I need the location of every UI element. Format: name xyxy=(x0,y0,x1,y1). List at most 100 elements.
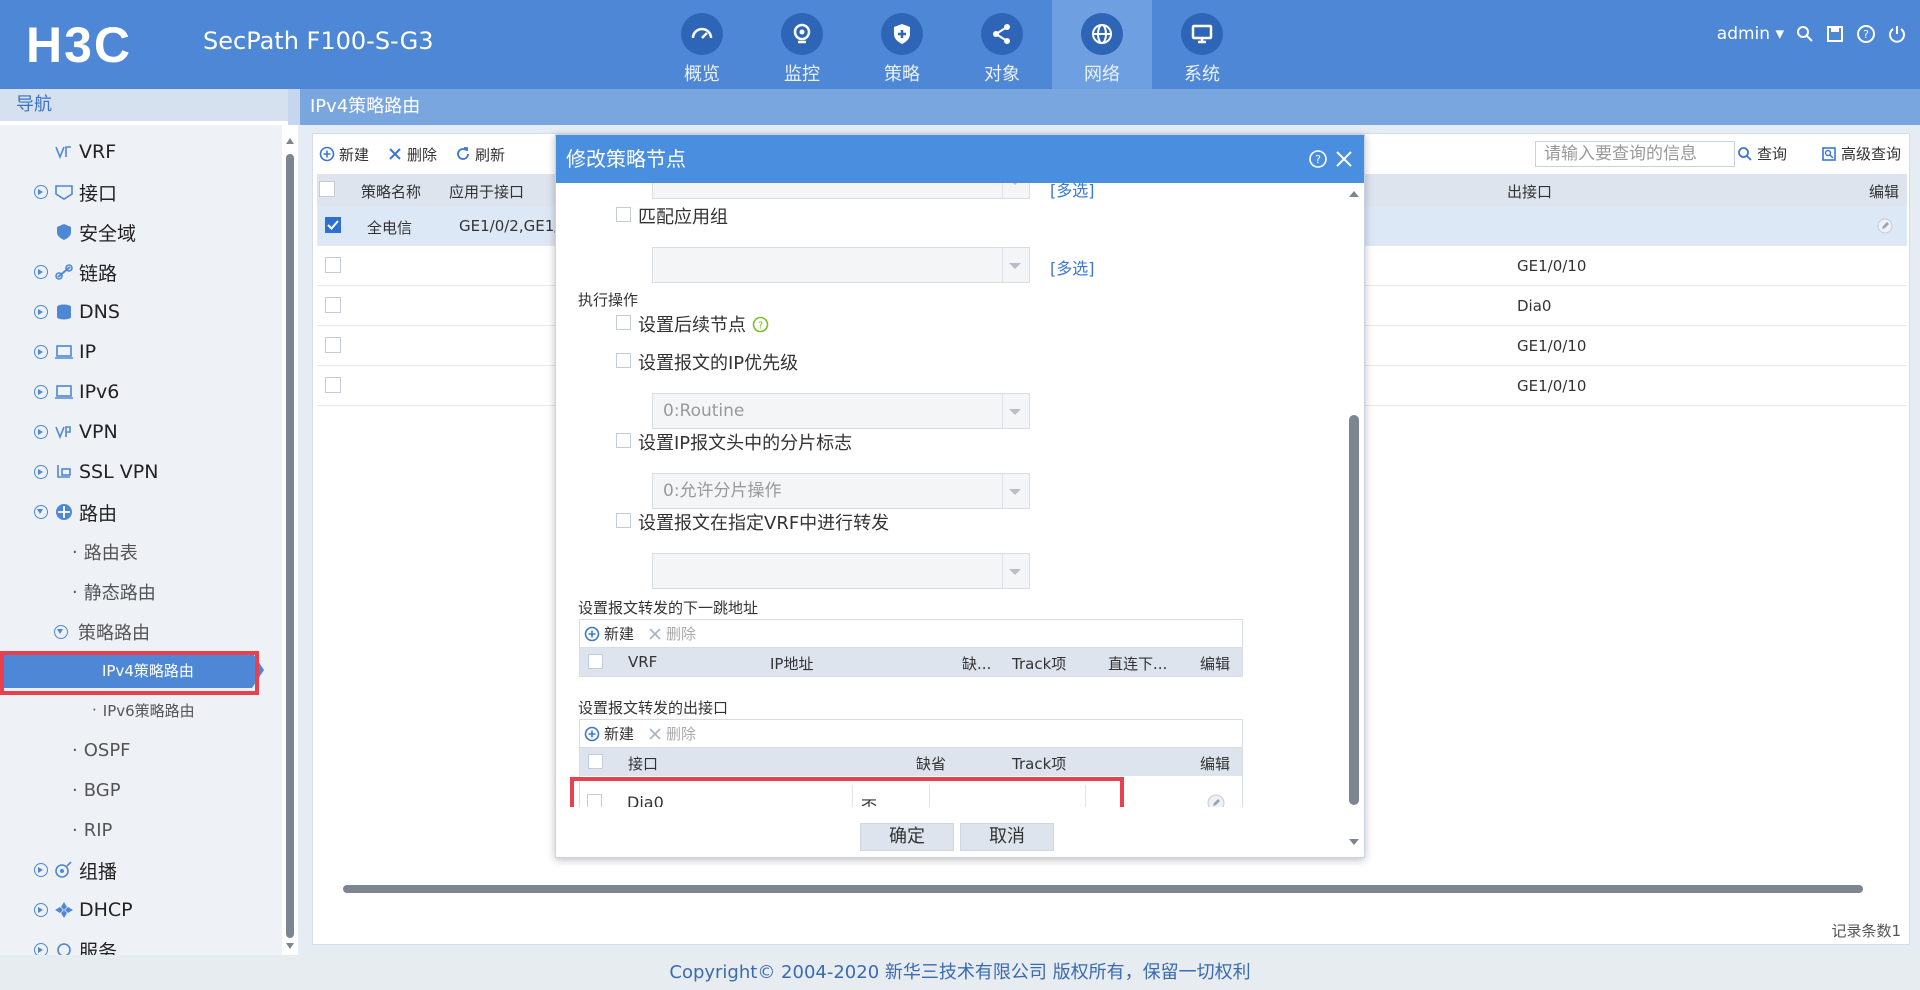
expand-icon[interactable] xyxy=(34,345,48,359)
scroll-thumb[interactable] xyxy=(343,885,1863,893)
nav-overview[interactable]: 概览 xyxy=(652,0,752,89)
next-node-text: 设置后续节点 xyxy=(638,315,746,336)
horizontal-scrollbar[interactable] xyxy=(323,882,1899,896)
ip-precedence-select[interactable]: 0:Routine xyxy=(652,393,1030,429)
tree-policy-route[interactable]: 策略路由 xyxy=(54,614,150,650)
next-node-checkbox[interactable] xyxy=(616,315,631,330)
row-checkbox[interactable] xyxy=(325,257,341,273)
shield-icon xyxy=(881,13,923,55)
logout-icon[interactable] xyxy=(1888,25,1906,43)
tree-ip[interactable]: IP xyxy=(34,334,96,370)
new-button[interactable]: 新建 xyxy=(319,144,369,165)
match-app-group-checkbox[interactable] xyxy=(616,207,631,222)
multi-select-link[interactable]: [多选] xyxy=(1050,255,1095,279)
collapse-icon[interactable] xyxy=(54,625,68,639)
ok-button[interactable]: 确定 xyxy=(860,823,954,851)
expand-icon[interactable] xyxy=(34,943,48,955)
nexthop-new-button[interactable]: 新建 xyxy=(584,623,634,644)
expand-icon[interactable] xyxy=(34,305,48,319)
scroll-up-icon[interactable] xyxy=(1348,189,1360,199)
save-icon[interactable] xyxy=(1826,25,1844,43)
edit-pencil-icon[interactable] xyxy=(1207,794,1225,807)
nav-system[interactable]: 系统 xyxy=(1152,0,1252,89)
cancel-button[interactable]: 取消 xyxy=(960,823,1054,851)
query-button[interactable]: 查询 xyxy=(1737,143,1787,164)
app-group-select[interactable] xyxy=(652,247,1030,283)
search-input[interactable]: 请输入要查询的信息 xyxy=(1535,141,1735,167)
tree-ipv6-policy-route[interactable]: · IPv6策略路由 xyxy=(92,692,195,728)
col-apply-interface: 应用于接口 xyxy=(449,183,525,201)
fragment-flag-checkbox[interactable] xyxy=(616,433,631,448)
vpn-icon xyxy=(54,423,74,441)
multi-select-link[interactable]: [多选] xyxy=(1050,183,1095,201)
tree-ospf[interactable]: · OSPF xyxy=(72,732,131,768)
user-menu[interactable]: admin ▾ xyxy=(1717,24,1784,44)
scroll-thumb[interactable] xyxy=(1349,415,1359,805)
app-select-top[interactable] xyxy=(652,183,1030,199)
tree-service[interactable]: 服务 xyxy=(34,932,117,955)
nav-object[interactable]: 对象 xyxy=(952,0,1052,89)
tree-multicast[interactable]: 组播 xyxy=(34,852,117,888)
delete-button[interactable]: 删除 xyxy=(387,144,437,165)
collapse-icon[interactable] xyxy=(34,505,48,519)
expand-icon[interactable] xyxy=(34,185,48,199)
sidebar-scrollbar[interactable] xyxy=(284,136,296,955)
close-icon[interactable] xyxy=(1334,149,1354,169)
tree-interface[interactable]: 接口 xyxy=(34,174,117,210)
select-all-checkbox[interactable] xyxy=(319,181,335,197)
fragment-select[interactable]: 0:允许分片操作 xyxy=(652,473,1030,509)
tree-dns[interactable]: DNS xyxy=(34,294,120,330)
tree-ssl-vpn[interactable]: SSL VPN xyxy=(34,454,158,490)
collapse-arrow-icon[interactable] xyxy=(288,89,300,125)
help-icon[interactable]: ? xyxy=(1308,149,1328,169)
nav-network[interactable]: 网络 xyxy=(1052,0,1152,89)
tree-vpn[interactable]: VPN xyxy=(34,414,118,450)
row-checkbox[interactable] xyxy=(325,297,341,313)
expand-icon[interactable] xyxy=(34,465,48,479)
nexthop-delete-button[interactable]: 删除 xyxy=(648,623,696,644)
vrf-forward-checkbox[interactable] xyxy=(616,513,631,528)
scroll-down-icon[interactable] xyxy=(285,941,295,951)
nav-monitor[interactable]: 监控 xyxy=(752,0,852,89)
help-icon[interactable]: ? xyxy=(752,316,769,333)
tree-link[interactable]: 链路 xyxy=(34,254,117,290)
search-icon[interactable] xyxy=(1796,25,1814,43)
help-icon[interactable]: ? xyxy=(1856,24,1876,44)
vrf-select[interactable] xyxy=(652,553,1030,589)
outif-delete-button[interactable]: 删除 xyxy=(648,723,696,744)
dialog-scrollbar[interactable] xyxy=(1346,183,1362,855)
expand-icon[interactable] xyxy=(34,863,48,877)
row-checkbox[interactable] xyxy=(325,337,341,353)
scroll-down-icon[interactable] xyxy=(1348,837,1360,847)
tree-dhcp[interactable]: DHCP xyxy=(34,892,133,928)
footer: Copyright© 2004-2020 新华三技术有限公司 版权所有，保留一切… xyxy=(0,955,1920,990)
select-all-checkbox[interactable] xyxy=(588,654,603,669)
tree-rip[interactable]: · RIP xyxy=(72,812,112,848)
tree-static-route[interactable]: · 静态路由 xyxy=(72,574,156,610)
expand-icon[interactable] xyxy=(34,903,48,917)
refresh-button[interactable]: 刷新 xyxy=(455,144,505,165)
nav-policy[interactable]: 策略 xyxy=(852,0,952,89)
expand-icon[interactable] xyxy=(34,425,48,439)
expand-icon[interactable] xyxy=(34,265,48,279)
tree-label: BGP xyxy=(83,779,121,801)
tree-bgp[interactable]: · BGP xyxy=(72,772,121,808)
tree-route-table[interactable]: · 路由表 xyxy=(72,534,138,570)
gauge-icon xyxy=(681,13,723,55)
tree-routing[interactable]: 路由 xyxy=(34,494,117,530)
tree-vrf[interactable]: VRF xyxy=(54,134,116,170)
tree-security-zone[interactable]: 安全域 xyxy=(54,214,136,250)
select-all-checkbox[interactable] xyxy=(588,754,603,769)
scroll-up-icon[interactable] xyxy=(285,136,295,146)
edit-pencil-icon[interactable] xyxy=(1877,218,1893,234)
row-checkbox[interactable] xyxy=(325,217,341,233)
advanced-query-button[interactable]: 高级查询 xyxy=(1821,143,1901,164)
dialog-body: [多选] 匹配应用组 [多选] 执行操作 设置后续节点 ? 设置报文的IP优先级… xyxy=(556,183,1364,807)
product-name: SecPath F100-S-G3 xyxy=(203,27,434,55)
expand-icon[interactable] xyxy=(34,385,48,399)
row-checkbox[interactable] xyxy=(325,377,341,393)
outif-new-button[interactable]: 新建 xyxy=(584,723,634,744)
tree-ipv6[interactable]: IPv6 xyxy=(34,374,119,410)
ip-precedence-checkbox[interactable] xyxy=(616,353,631,368)
scroll-thumb[interactable] xyxy=(286,154,294,938)
